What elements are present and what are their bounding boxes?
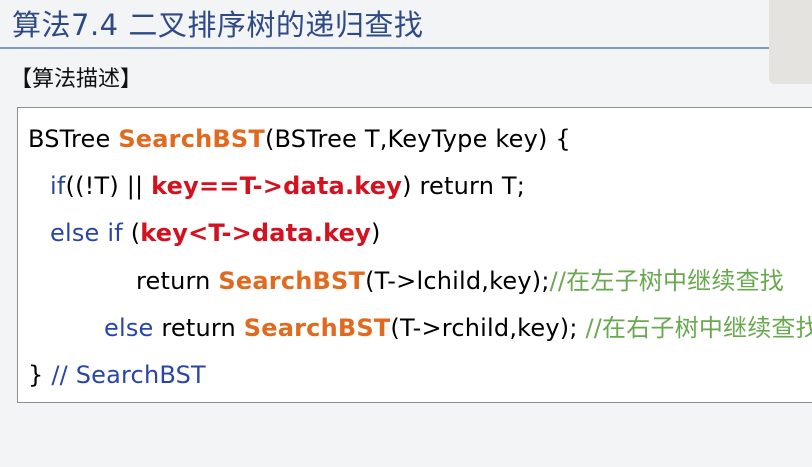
code-comment: //在右子树中继续查找 xyxy=(585,314,812,342)
code-line-2: if((!T) || key==T->data.key) return T; xyxy=(50,171,525,201)
code-text: ( xyxy=(122,219,141,247)
keyword: else if xyxy=(50,219,123,247)
code-text: ) return T; xyxy=(402,172,526,200)
code-line-4: return SearchBST(T->lchild,key);//在左子树中继… xyxy=(136,266,784,296)
code-text: return xyxy=(153,314,244,342)
code-text: (T->rchild,key); xyxy=(390,314,586,342)
code-text: (BSTree T,KeyType key) { xyxy=(264,125,571,153)
code-line-5: else return SearchBST(T->rchild,key); //… xyxy=(104,313,812,343)
code-comment: //在左子树中继续查找 xyxy=(549,267,784,295)
condition-highlight: key<T->data.key xyxy=(140,219,371,247)
code-text: (T->lchild,key); xyxy=(365,267,550,295)
code-line-1: BSTree SearchBST(BSTree T,KeyType key) { xyxy=(28,124,571,154)
keyword: if xyxy=(50,172,66,200)
code-block: BSTree SearchBST(BSTree T,KeyType key) {… xyxy=(17,107,812,403)
section-subtitle: 【算法描述】 xyxy=(10,67,143,92)
slide-title: 算法7.4 二叉排序树的递归查找 xyxy=(12,8,424,42)
function-name: SearchBST xyxy=(218,267,366,295)
title-divider xyxy=(0,47,812,49)
corner-image xyxy=(769,0,812,84)
code-text: ((!T) || xyxy=(65,172,152,200)
code-line-3: else if (key<T->data.key) xyxy=(50,218,381,248)
function-name: SearchBST xyxy=(243,314,391,342)
code-line-6: } // SearchBST xyxy=(28,360,206,390)
function-name: SearchBST xyxy=(118,125,265,153)
code-text: ) xyxy=(370,219,381,247)
code-comment: // SearchBST xyxy=(51,361,206,389)
code-text: } xyxy=(28,361,52,389)
keyword: else xyxy=(104,314,154,342)
code-text: return xyxy=(136,267,219,295)
condition-highlight: key==T->data.key xyxy=(151,172,403,200)
code-text: BSTree xyxy=(28,125,119,153)
